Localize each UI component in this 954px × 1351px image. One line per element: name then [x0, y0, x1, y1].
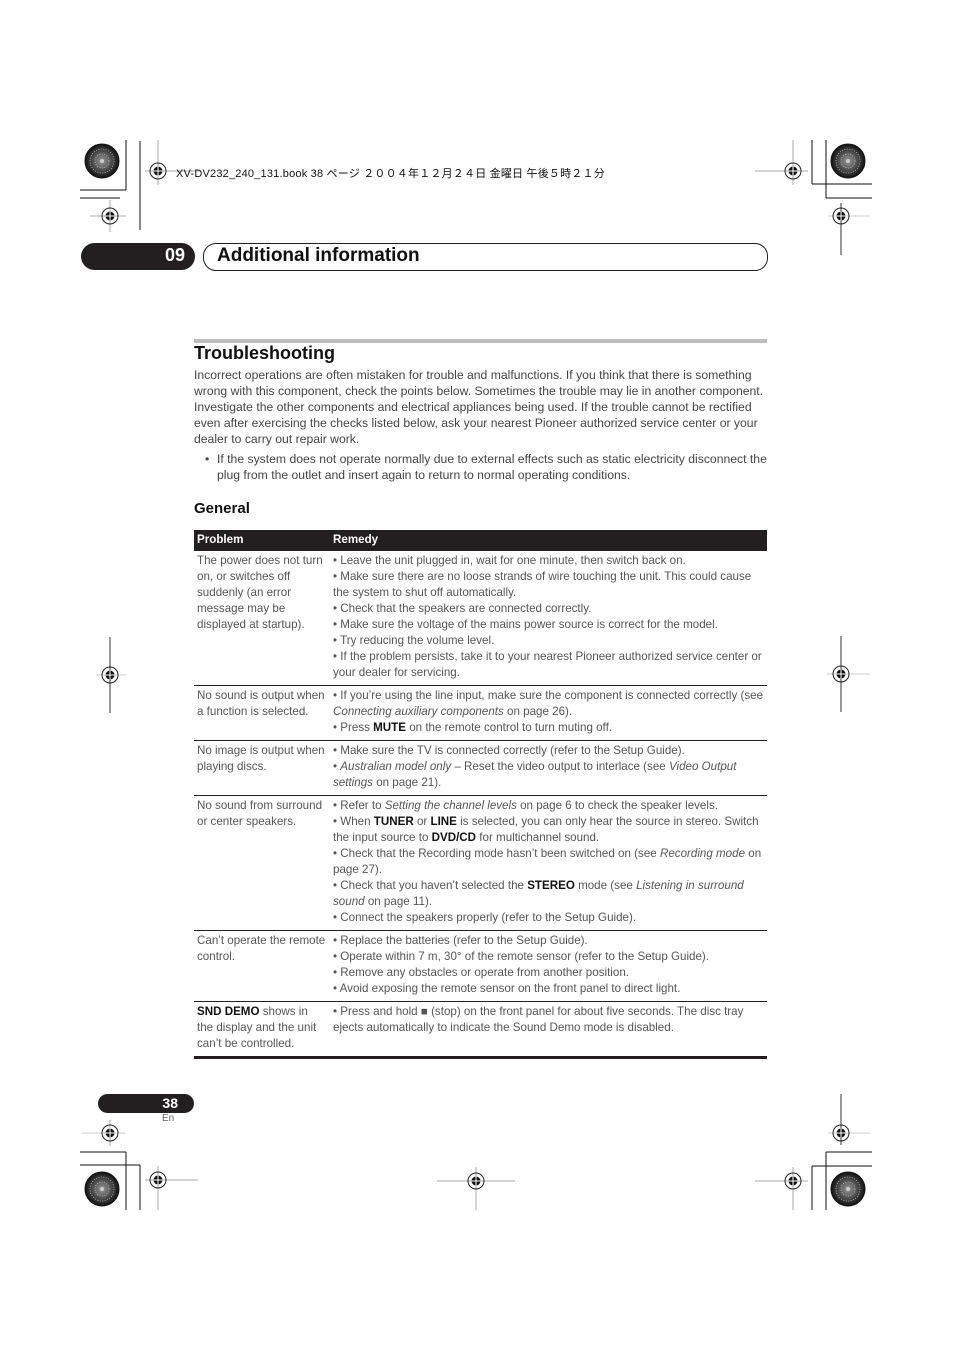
problem-cell: Can’t operate the remote control. [194, 930, 330, 1002]
page-number: 38 [162, 1095, 178, 1111]
starburst-top-right-icon [830, 143, 866, 179]
table-row: No sound from surround or center speaker… [194, 795, 767, 931]
remedy-item: • Make sure the TV is connected correctl… [333, 744, 685, 757]
remedy-item: • Connect the speakers properly (refer t… [333, 911, 637, 924]
table-row: The power does not turn on, or switches … [194, 551, 767, 686]
remedy-cell: • Leave the unit plugged in, wait for on… [330, 551, 767, 686]
cross-reference: Setting the channel levels [384, 799, 517, 812]
cross-reference: Recording mode [659, 847, 746, 860]
remedy-item: • Replace the batteries (refer to the Se… [333, 934, 588, 947]
table-row: No image is output when playing discs. •… [194, 740, 767, 796]
key-label: STEREO [527, 879, 575, 892]
remedy-item: • When TUNER or LINE is selected, you ca… [333, 815, 759, 844]
remedy-item: • Make sure there are no loose strands o… [333, 570, 752, 599]
remedy-item: • Check that the speakers are connected … [333, 602, 592, 615]
troubleshooting-table: Problem Remedy The power does not turn o… [194, 530, 767, 1059]
header-remedy: Remedy [330, 530, 767, 551]
starburst-top-left-icon [84, 143, 120, 179]
problem-cell: No sound is output when a function is se… [194, 685, 330, 741]
page-number-badge: 38 [98, 1094, 194, 1113]
table-header-row: Problem Remedy [194, 530, 767, 551]
table-row: SND DEMO shows in the display and the un… [194, 1001, 767, 1059]
remedy-item: • If you’re using the line input, make s… [333, 689, 764, 718]
key-label: LINE [430, 815, 457, 828]
chapter-number-badge: 09 [81, 243, 195, 270]
section-title: Troubleshooting [194, 343, 335, 363]
problem-cell: No image is output when playing discs. [194, 740, 330, 796]
starburst-bottom-right-icon [830, 1171, 866, 1207]
remedy-item: • Australian model only – Reset the vide… [333, 760, 737, 789]
chapter-title: Additional information [217, 245, 420, 266]
remedy-item: • Check that the Recording mode hasn’t b… [333, 847, 762, 876]
remedy-item: • Press and hold ■ (stop) on the front p… [333, 1005, 744, 1034]
table-row: Can’t operate the remote control. • Repl… [194, 930, 767, 1002]
remedy-cell: • Make sure the TV is connected correctl… [330, 740, 767, 796]
problem-cell: The power does not turn on, or switches … [194, 551, 330, 686]
key-label: TUNER [373, 815, 414, 828]
starburst-bottom-left-icon [84, 1171, 120, 1207]
remedy-item: • Check that you haven’t selected the ST… [333, 879, 744, 908]
remedy-item: • Avoid exposing the remote sensor on th… [333, 982, 681, 995]
remedy-item: • Try reducing the volume level. [333, 634, 495, 647]
problem-cell: SND DEMO shows in the display and the un… [194, 1001, 330, 1059]
problem-cell: No sound from surround or center speaker… [194, 795, 330, 931]
intro-bullet-text: If the system does not operate normally … [217, 452, 767, 482]
remedy-item: • If the problem persists, take it to yo… [333, 650, 762, 679]
cross-reference: Connecting auxiliary components [333, 705, 504, 718]
remedy-cell: • Replace the batteries (refer to the Se… [330, 930, 767, 1002]
print-header: XV-DV232_240_131.book 38 ページ ２００４年１２月２４日… [176, 168, 605, 180]
bullet-icon: • [205, 452, 210, 466]
table-row: No sound is output when a function is se… [194, 685, 767, 741]
page-language: En [162, 1113, 175, 1124]
subsection-title: General [194, 500, 250, 517]
intro-paragraph: Incorrect operations are often mistaken … [194, 368, 764, 446]
remedy-cell: • If you’re using the line input, make s… [330, 685, 767, 741]
chapter-title-box: Additional information [203, 243, 768, 271]
remedy-cell: • Press and hold ■ (stop) on the front p… [330, 1001, 767, 1059]
remedy-item: • Press MUTE on the remote control to tu… [333, 721, 613, 734]
key-label: SND DEMO [197, 1005, 260, 1018]
key-label: MUTE [373, 721, 406, 734]
remedy-item: • Leave the unit plugged in, wait for on… [333, 554, 686, 567]
key-label: DVD/CD [431, 831, 477, 844]
remedy-cell: • Refer to Setting the channel levels on… [330, 795, 767, 931]
remedy-item: • Remove any obstacles or operate from a… [333, 966, 629, 979]
header-problem: Problem [194, 530, 330, 551]
remedy-item: • Make sure the voltage of the mains pow… [333, 618, 718, 631]
chapter-number: 09 [164, 245, 185, 265]
intro-bullet: • If the system does not operate normall… [205, 451, 782, 483]
remedy-item: • Operate within 7 m, 30° of the remote … [333, 950, 710, 963]
remedy-item: • Refer to Setting the channel levels on… [333, 799, 718, 812]
